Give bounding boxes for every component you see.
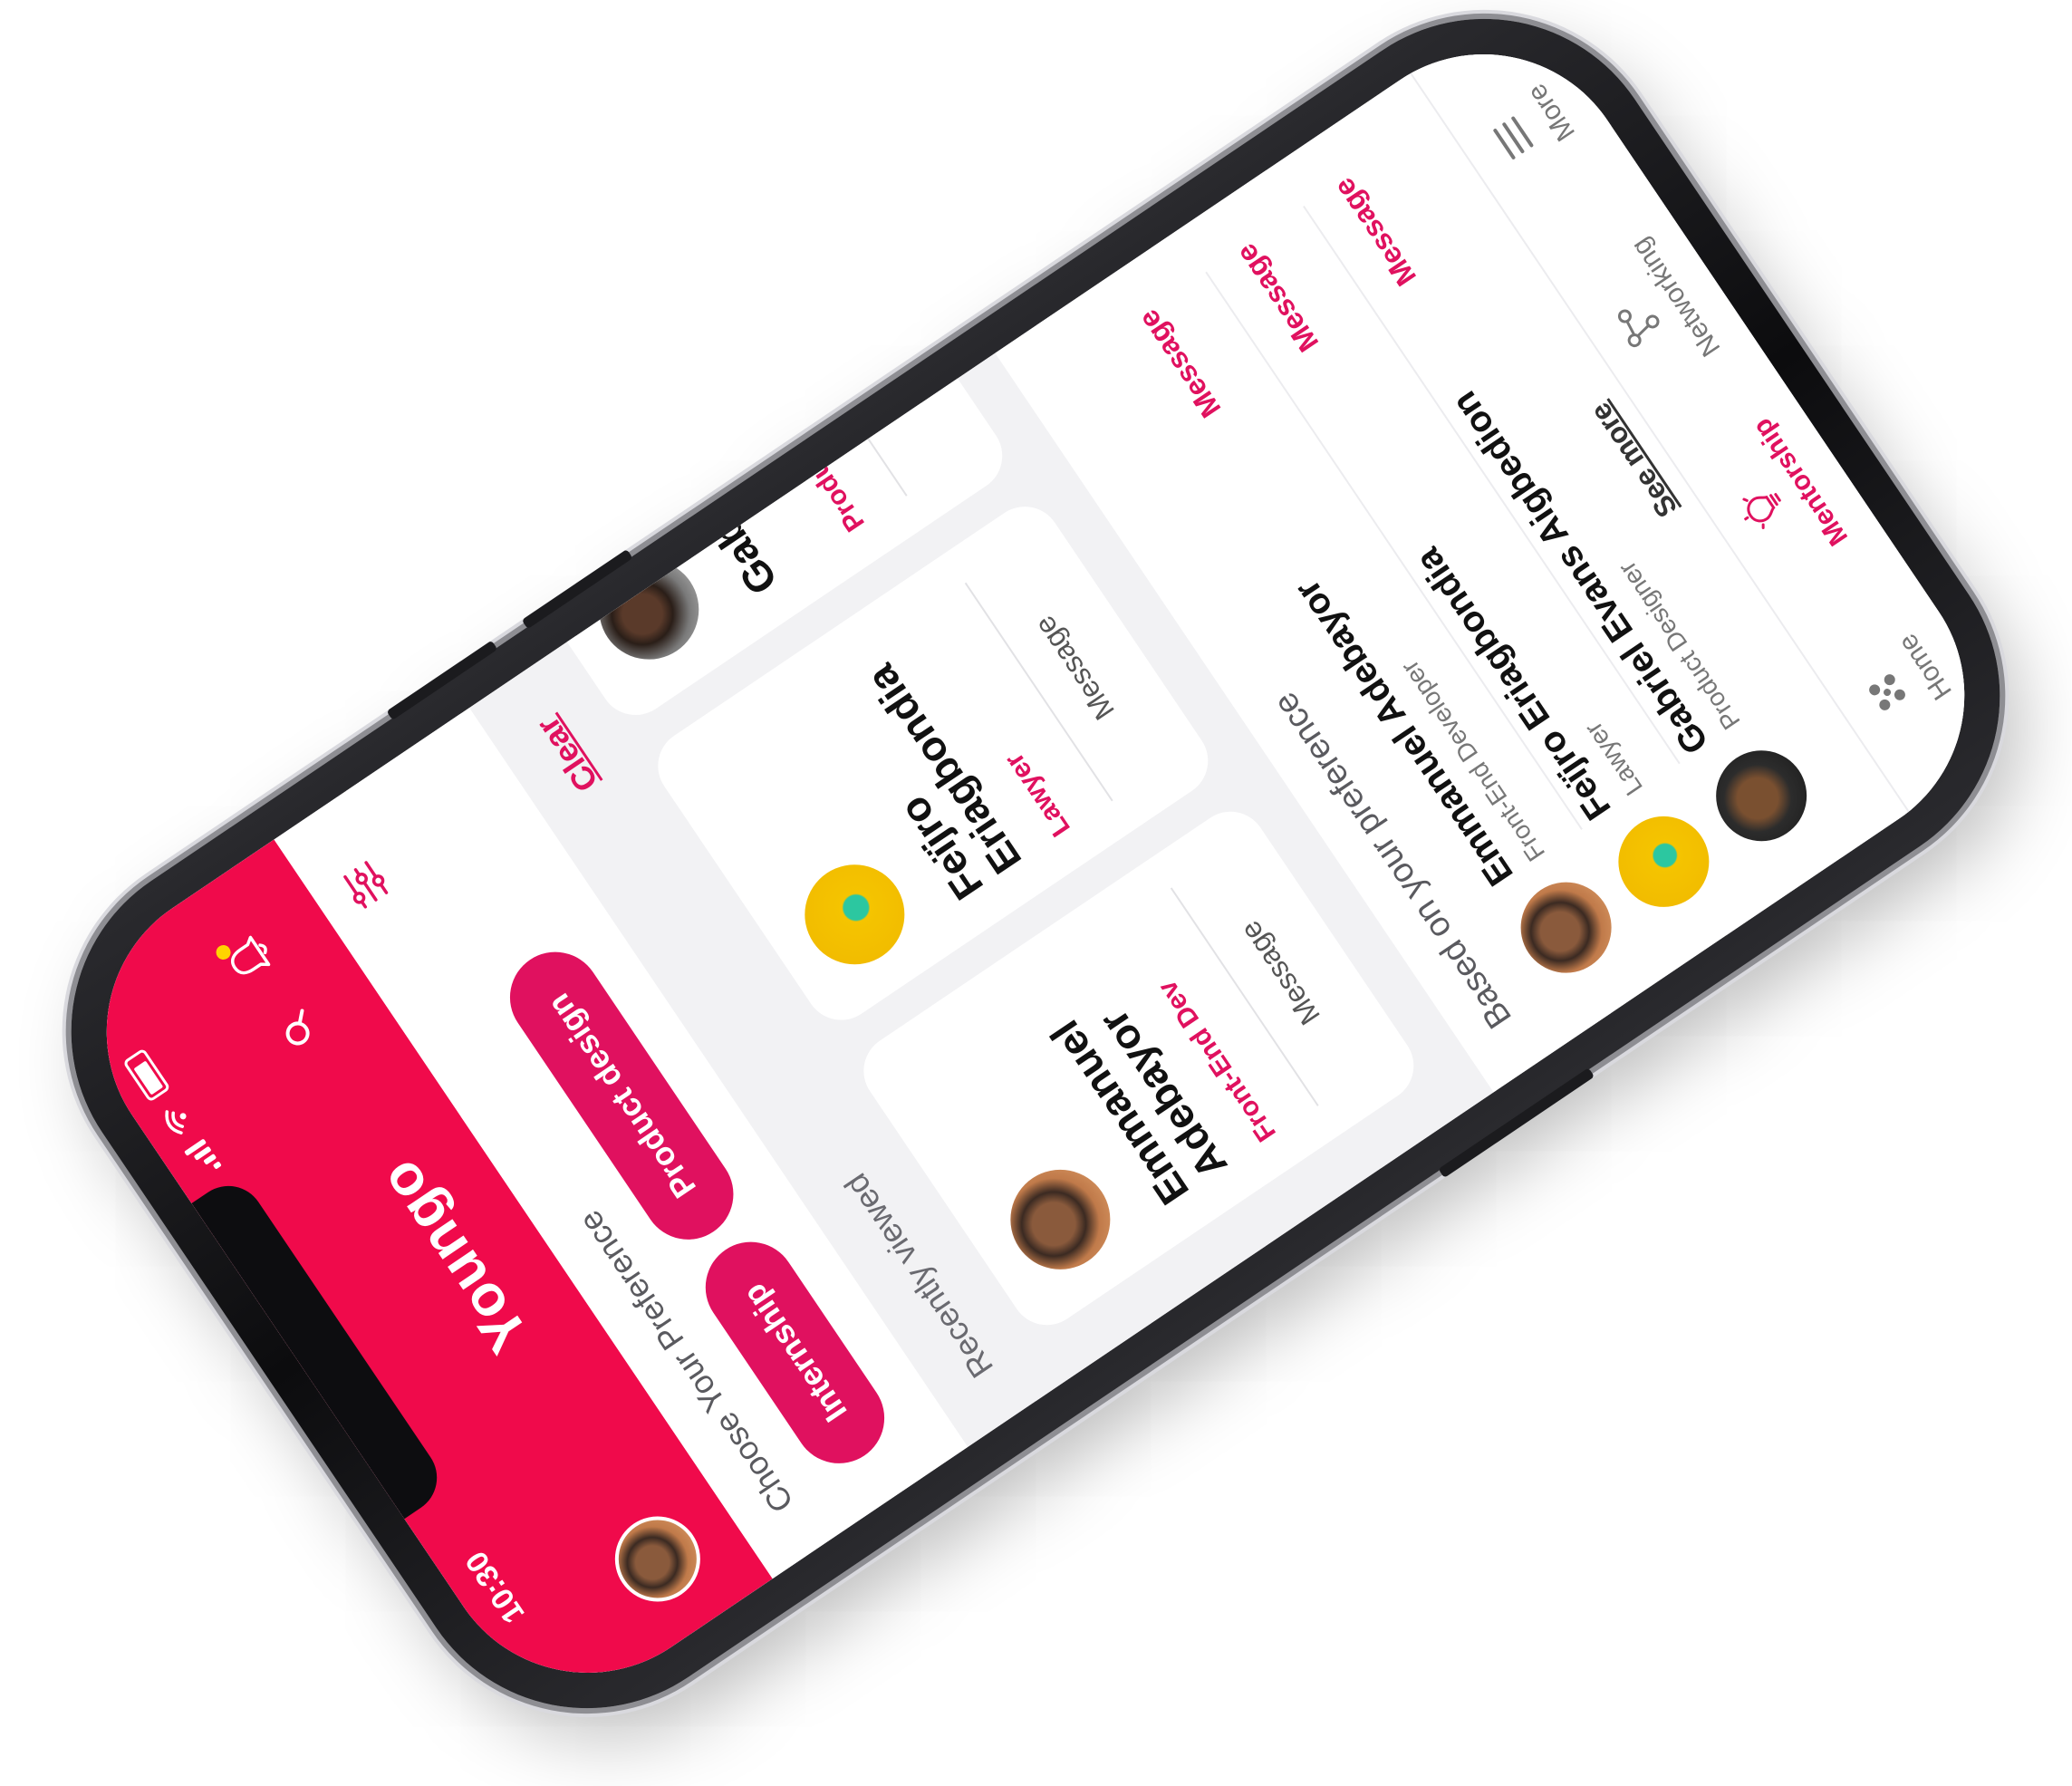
- filter-icon[interactable]: [331, 850, 401, 921]
- profile-name: Emmanuel Adebayor: [1040, 1001, 1237, 1213]
- phone-screen: 10:30 Youngo Choose Your Preference Inte…: [48, 0, 2023, 1732]
- avatar: [785, 845, 924, 984]
- message-button[interactable]: Message: [1229, 237, 1325, 358]
- lightbulb-icon: [1742, 493, 1781, 530]
- message-button[interactable]: Message: [1327, 171, 1423, 292]
- app-root: 10:30 Youngo Choose Your Preference Inte…: [48, 0, 2023, 1732]
- avatar: [579, 540, 718, 680]
- menu-icon: [1493, 116, 1534, 159]
- profile-role: Product D: [773, 412, 871, 537]
- status-icons: [122, 1047, 222, 1179]
- status-time: 10:30: [458, 1544, 532, 1630]
- profile-name: Feïjro Eriagbondia: [856, 656, 1031, 909]
- avatar: [991, 1150, 1130, 1289]
- home-icon: [1869, 674, 1905, 710]
- phone-device: 10:30 Youngo Choose Your Preference Inte…: [1, 0, 2070, 1779]
- clear-link[interactable]: Clear: [529, 710, 606, 799]
- profile-name: Gabriel Aigbe: [596, 353, 787, 603]
- network-icon: [1617, 309, 1660, 348]
- avatar: [1503, 864, 1630, 991]
- message-button[interactable]: Message: [1132, 304, 1228, 423]
- message-button[interactable]: Me: [761, 215, 977, 511]
- battery-icon: [122, 1047, 171, 1103]
- wifi-icon: [165, 1110, 187, 1134]
- signal-icon: [184, 1138, 222, 1178]
